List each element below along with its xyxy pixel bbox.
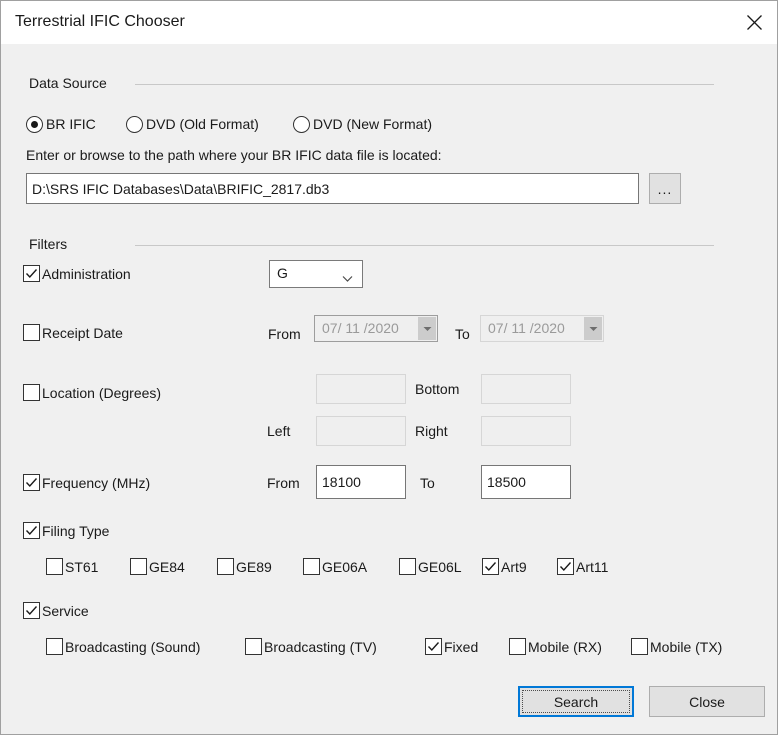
service-broadcasting-sound-label: Broadcasting (Sound) (65, 639, 201, 655)
administration-label: Administration (42, 266, 131, 282)
frequency-label: Frequency (MHz) (42, 475, 151, 491)
checkbox-administration[interactable] (23, 265, 40, 282)
checkbox-location-degrees[interactable] (23, 384, 40, 401)
location-degrees-label: Location (Degrees) (42, 385, 162, 401)
check-icon (25, 478, 38, 488)
service-broadcasting-tv-label: Broadcasting (TV) (264, 639, 377, 655)
checkbox-filing-type[interactable] (23, 522, 40, 539)
receipt-date-from-label: From (268, 326, 301, 342)
checkbox-filing-ge06l[interactable] (399, 558, 416, 575)
service-fixed-label: Fixed (444, 639, 479, 655)
check-icon (427, 642, 440, 652)
checkbox-service-broadcasting-sound[interactable] (46, 638, 63, 655)
window-title: Terrestrial IFIC Chooser (15, 13, 185, 30)
receipt-date-from-picker[interactable]: 07/ 11 /2020 (314, 315, 438, 342)
filing-art9-label: Art9 (501, 559, 527, 575)
filing-ge84-label: GE84 (149, 559, 185, 575)
filing-st61-label: ST61 (65, 559, 99, 575)
service-mobile-rx-label: Mobile (RX) (528, 639, 602, 655)
checkbox-service-fixed[interactable] (425, 638, 442, 655)
check-icon (484, 562, 497, 572)
title-bar: Terrestrial IFIC Chooser (1, 1, 777, 44)
search-button-label: Search (553, 693, 599, 710)
check-icon (25, 269, 38, 279)
location-right-label: Right (415, 423, 448, 439)
radio-br-ific-label: BR IFIC (46, 116, 96, 132)
administration-select[interactable]: G (269, 260, 363, 288)
frequency-to-input[interactable] (481, 465, 571, 499)
location-bottom-label: Bottom (415, 381, 460, 397)
service-mobile-tx-label: Mobile (TX) (650, 639, 723, 655)
terrestrial-ific-chooser-dialog: Terrestrial IFIC Chooser Data Source BR … (0, 0, 778, 735)
receipt-date-to-label: To (455, 326, 470, 342)
close-window-button[interactable] (731, 1, 777, 43)
frequency-from-label: From (267, 475, 300, 491)
checkbox-filing-st61[interactable] (46, 558, 63, 575)
filing-ge89-label: GE89 (236, 559, 272, 575)
location-left-label: Left (267, 423, 291, 439)
checkbox-filing-ge89[interactable] (217, 558, 234, 575)
radio-dvd-old-format-label: DVD (Old Format) (146, 116, 259, 132)
receipt-date-to-picker[interactable]: 07/ 11 /2020 (480, 315, 604, 342)
administration-selected-value: G (277, 265, 288, 281)
radio-dvd-new-format-label: DVD (New Format) (313, 116, 433, 132)
checkbox-receipt-date[interactable] (23, 324, 40, 341)
search-button[interactable]: Search (518, 686, 634, 717)
service-label: Service (42, 603, 89, 619)
location-top-input[interactable] (316, 374, 406, 404)
checkbox-filing-ge84[interactable] (130, 558, 147, 575)
receipt-date-from-dropdown-icon[interactable] (418, 317, 436, 340)
close-button-label: Close (689, 693, 725, 710)
radio-dvd-new-format[interactable] (293, 116, 310, 133)
close-button[interactable]: Close (649, 686, 765, 717)
checkbox-filing-ge06a[interactable] (303, 558, 320, 575)
checkbox-frequency[interactable] (23, 474, 40, 491)
location-left-input[interactable] (316, 416, 406, 446)
br-ific-path-input[interactable] (26, 173, 639, 204)
filing-type-label: Filing Type (42, 523, 110, 539)
checkbox-filing-art11[interactable] (557, 558, 574, 575)
receipt-date-to-value: 07/ 11 /2020 (488, 320, 565, 336)
receipt-date-to-dropdown-icon[interactable] (584, 317, 602, 340)
check-icon (25, 526, 38, 536)
location-right-input[interactable] (481, 416, 571, 446)
frequency-from-input[interactable] (316, 465, 406, 499)
close-icon (745, 13, 764, 32)
path-instruction-label: Enter or browse to the path where your B… (26, 147, 442, 163)
data-source-group-divider (135, 84, 714, 85)
filing-art11-label: Art11 (576, 559, 609, 575)
filters-group-label: Filters (23, 236, 74, 252)
data-source-group-label: Data Source (23, 75, 113, 91)
checkbox-service-broadcasting-tv[interactable] (245, 638, 262, 655)
checkbox-service[interactable] (23, 602, 40, 619)
frequency-to-label: To (420, 475, 435, 491)
checkbox-service-mobile-tx[interactable] (631, 638, 648, 655)
browse-path-button[interactable]: ... (649, 173, 681, 204)
receipt-date-label: Receipt Date (42, 325, 123, 341)
radio-dvd-old-format[interactable] (126, 116, 143, 133)
chevron-down-icon (342, 270, 353, 288)
receipt-date-from-value: 07/ 11 /2020 (322, 320, 399, 336)
check-icon (559, 562, 572, 572)
filing-ge06l-label: GE06L (418, 559, 462, 575)
filters-group-divider (135, 245, 714, 246)
radio-br-ific[interactable] (26, 116, 43, 133)
checkbox-service-mobile-rx[interactable] (509, 638, 526, 655)
checkbox-filing-art9[interactable] (482, 558, 499, 575)
filing-ge06a-label: GE06A (322, 559, 368, 575)
check-icon (25, 606, 38, 616)
location-bottom-input[interactable] (481, 374, 571, 404)
